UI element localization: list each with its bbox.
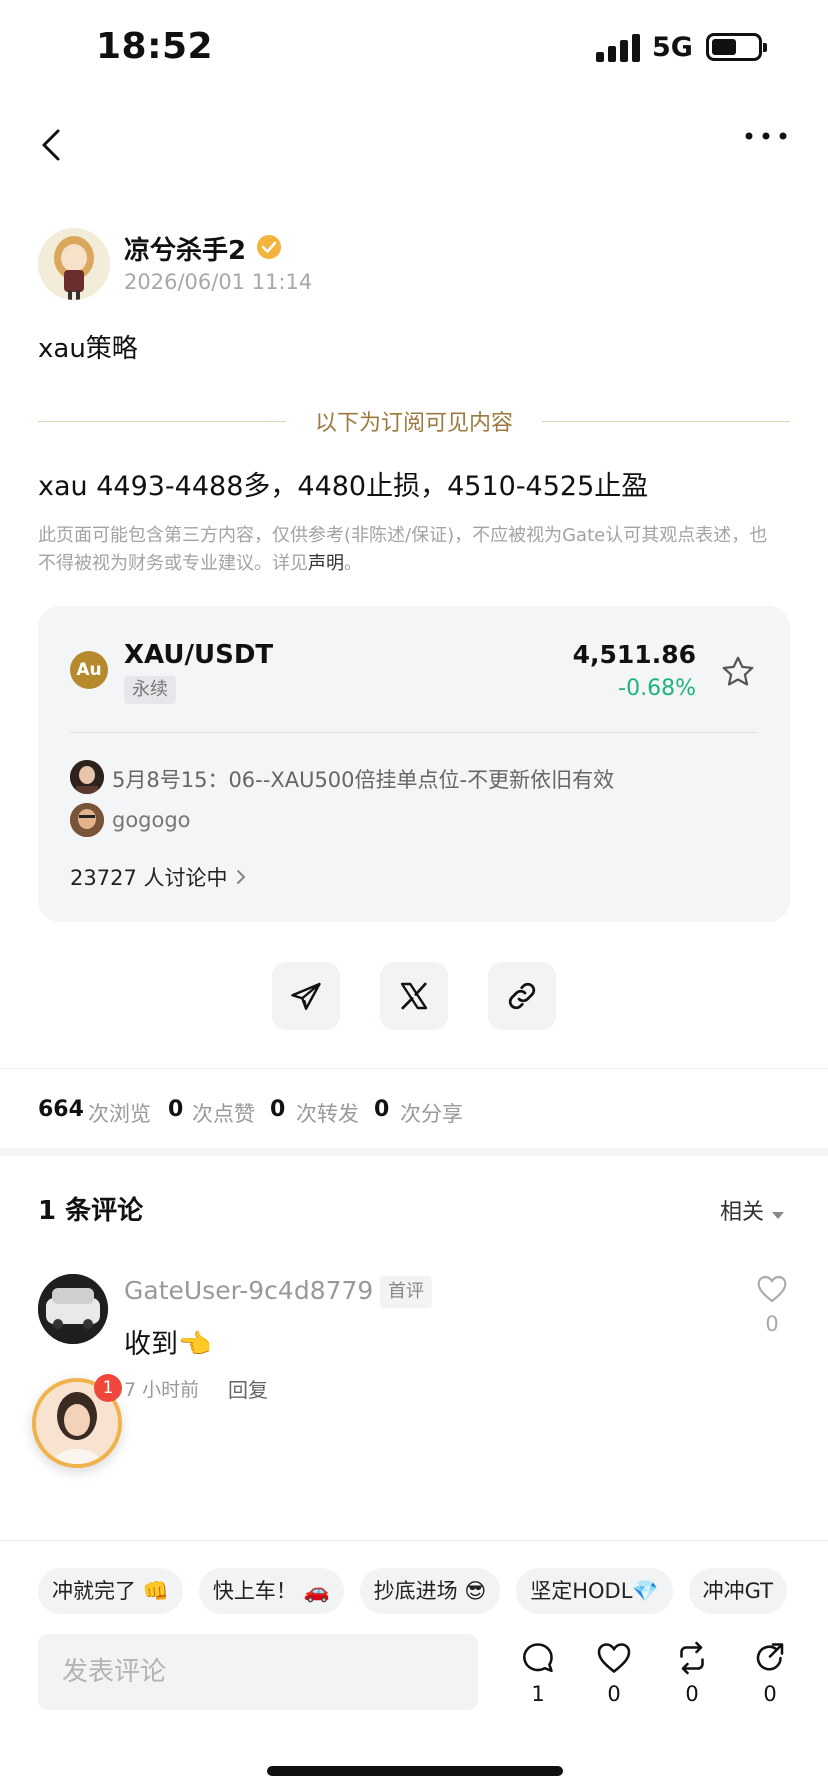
star-icon [722, 656, 754, 686]
copy-link-button[interactable] [488, 962, 556, 1030]
verified-badge-icon [256, 234, 282, 260]
disclaimer-text: 此页面可能包含第三方内容，仅供参考(非陈述/保证)，不应被视为Gate认可其观点… [38, 525, 768, 574]
home-indicator [267, 1766, 563, 1776]
first-comment-badge: 首评 [380, 1276, 432, 1308]
like-action-button[interactable]: 0 [592, 1640, 636, 1706]
notification-badge: 1 [94, 1374, 122, 1402]
like-action-count: 0 [607, 1682, 621, 1706]
reposts-count: 0 [270, 1097, 286, 1122]
comment-input[interactable] [38, 1634, 478, 1710]
post-timestamp: 2026/06/01 11:14 [124, 270, 313, 294]
views-label: 次浏览 [88, 1102, 151, 1126]
strategy-text: xau 4493-4488多，4480止损，4510-4525止盈 [38, 471, 649, 502]
link-icon [508, 982, 536, 1010]
comment-action-button[interactable]: 1 [516, 1640, 560, 1706]
commenter-name[interactable]: GateUser-9c4d8779 [124, 1276, 373, 1305]
divider-line [38, 421, 286, 422]
shares-count: 0 [374, 1097, 390, 1122]
battery-icon [706, 33, 767, 61]
comment-time: 7 小时前 [124, 1379, 200, 1401]
disclaimer: 此页面可能包含第三方内容，仅供参考(非陈述/保证)，不应被视为Gate认可其观点… [38, 522, 768, 578]
comment-text: 收到👈 [124, 1329, 212, 1360]
commenter-avatar[interactable] [38, 1274, 108, 1344]
discussion-avatar [70, 803, 104, 837]
telegram-icon [291, 982, 321, 1010]
ticker-change: -0.68% [618, 676, 696, 701]
network-label: 5G [652, 32, 693, 63]
contract-type-tag: 永续 [124, 676, 176, 704]
divider-line [542, 421, 790, 422]
quick-reply-chip[interactable]: 快上车！ 🚗 [198, 1568, 344, 1614]
back-button[interactable] [36, 125, 68, 165]
gold-coin-icon: Au [70, 651, 108, 689]
author-name[interactable]: 凉兮杀手2 [124, 230, 246, 267]
caret-down-icon [772, 1205, 784, 1219]
quick-reply-chip[interactable]: 抄底进场 😎 [359, 1568, 501, 1614]
repost-action-button[interactable]: 0 [670, 1640, 714, 1706]
share-arrow-icon [756, 1643, 784, 1671]
x-icon [400, 982, 428, 1010]
ticker-price: 4,511.86 [572, 640, 696, 669]
heart-icon [597, 1643, 631, 1674]
card-divider [70, 732, 758, 733]
quick-reply-chip[interactable]: 冲就完了 👊 [38, 1568, 183, 1614]
comment-like-button[interactable] [756, 1274, 788, 1304]
discussion-item[interactable]: 5月8号15：06--XAU500倍挂单点位-不更新依旧有效 [112, 764, 614, 794]
more-button[interactable] [744, 128, 788, 144]
quick-reply-chip[interactable]: 冲冲GT [688, 1568, 787, 1614]
author-avatar[interactable] [38, 228, 110, 300]
reposts-label: 次转发 [296, 1102, 359, 1126]
more-dots-icon [745, 132, 787, 140]
subscriber-divider-label: 以下为订阅可见内容 [314, 411, 513, 436]
views-count: 664 [38, 1097, 84, 1122]
section-divider [0, 1148, 828, 1156]
quick-reply-chips: 冲就完了 👊 快上车！ 🚗 抄底进场 😎 坚定HODL💎 冲冲GT [38, 1568, 828, 1614]
share-action-count: 0 [763, 1682, 777, 1706]
share-telegram-button[interactable] [272, 962, 340, 1030]
comment-bubble-icon [523, 1643, 553, 1673]
shares-label: 次分享 [400, 1102, 463, 1126]
comment-like-count: 0 [765, 1312, 779, 1336]
trading-pair[interactable]: XAU/USDT [124, 640, 273, 670]
repost-icon [680, 1641, 704, 1675]
discussion-item[interactable]: gogogo [112, 808, 191, 832]
chevron-left-icon [42, 129, 60, 161]
share-x-button[interactable] [380, 962, 448, 1030]
share-action-button[interactable]: 0 [748, 1640, 792, 1706]
post-title: xau策略 [38, 334, 138, 364]
status-time: 18:52 [96, 26, 214, 67]
signal-icon [596, 34, 640, 62]
section-divider [0, 1068, 828, 1069]
likes-label: 次点赞 [192, 1102, 255, 1126]
reply-button[interactable]: 回复 [228, 1374, 268, 1403]
disclaimer-end: 。 [344, 553, 362, 574]
repost-action-count: 0 [685, 1682, 699, 1706]
favorite-star-button[interactable] [720, 654, 756, 690]
quick-reply-chip[interactable]: 坚定HODL💎 [516, 1568, 673, 1614]
likes-count: 0 [168, 1097, 184, 1122]
discussion-avatar [70, 760, 104, 794]
comments-title: 1 条评论 [38, 1196, 144, 1226]
comment-sort-dropdown[interactable]: 相关 [720, 1194, 764, 1226]
chevron-right-icon [234, 867, 248, 887]
bottom-divider [0, 1540, 828, 1541]
comment-action-count: 1 [531, 1682, 545, 1706]
discussion-count[interactable]: 23727 人讨论中 [70, 862, 227, 892]
heart-icon [757, 1275, 787, 1303]
disclaimer-link[interactable]: 声明 [308, 553, 344, 574]
